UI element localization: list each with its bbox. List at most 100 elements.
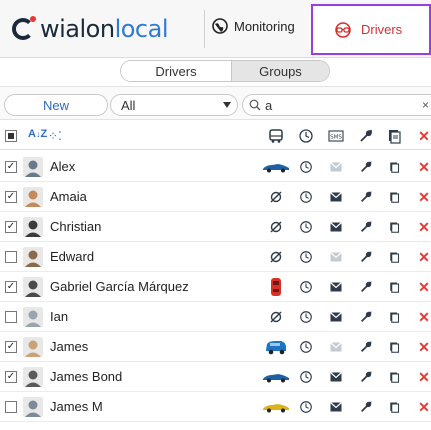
clock-icon[interactable] [298, 159, 314, 175]
select-all-checkbox[interactable] [5, 130, 17, 142]
row-checkbox[interactable]: ✓ [5, 191, 17, 203]
wrench-icon[interactable] [358, 309, 374, 325]
table-row[interactable]: James M ✕ [0, 392, 431, 422]
copy-icon[interactable] [386, 219, 402, 235]
wrench-icon[interactable] [358, 159, 374, 175]
sort-az-icon[interactable]: A↓Z [28, 128, 47, 140]
row-checkbox[interactable]: ✓ [5, 371, 17, 383]
delete-icon[interactable]: ✕ [416, 309, 431, 325]
driver-name[interactable]: Gabriel García Márquez [50, 279, 189, 294]
clear-search-icon[interactable]: × [422, 98, 429, 112]
copy-icon[interactable] [386, 189, 402, 205]
delete-icon[interactable]: ✕ [416, 369, 431, 385]
clock-icon[interactable] [298, 128, 314, 144]
row-checkbox[interactable]: ✓ [5, 221, 17, 233]
table-row[interactable]: ✓ Christian ✕ [0, 212, 431, 242]
delete-icon[interactable]: ✕ [416, 249, 431, 265]
drivers-tab[interactable]: Drivers [311, 4, 431, 55]
clock-icon[interactable] [298, 279, 314, 295]
wrench-icon[interactable] [358, 249, 374, 265]
row-checkbox[interactable] [5, 401, 17, 413]
row-checkbox[interactable] [5, 311, 17, 323]
message-icon[interactable] [328, 249, 344, 265]
blue-sports-car-icon[interactable] [262, 369, 290, 385]
sms-icon[interactable]: SMS [328, 128, 344, 144]
delete-all-icon[interactable]: ✕ [416, 128, 431, 144]
copy-icon[interactable] [386, 399, 402, 415]
table-row[interactable]: ✓ Alex ✕ [0, 152, 431, 182]
clock-icon[interactable] [298, 309, 314, 325]
table-row[interactable]: ✓ Amaia ✕ [0, 182, 431, 212]
delete-icon[interactable]: ✕ [416, 339, 431, 355]
copy-icon[interactable] [386, 159, 402, 175]
driver-name[interactable]: James M [50, 399, 103, 414]
row-checkbox[interactable] [5, 251, 17, 263]
monitoring-tab[interactable]: Monitoring [212, 18, 295, 34]
message-icon[interactable] [328, 309, 344, 325]
new-driver-button[interactable]: New [4, 94, 108, 116]
wrench-icon[interactable] [358, 189, 374, 205]
table-row[interactable]: ✓ Gabriel García Márquez ✕ [0, 272, 431, 302]
message-icon[interactable] [328, 399, 344, 415]
delete-icon[interactable]: ✕ [416, 219, 431, 235]
copy-icon[interactable] [386, 369, 402, 385]
search-input[interactable]: a × [242, 94, 431, 116]
table-row[interactable]: ✓ James ✕ [0, 332, 431, 362]
drivers-tab-label: Drivers [361, 22, 403, 37]
wrench-icon[interactable] [358, 128, 374, 144]
clock-icon[interactable] [298, 369, 314, 385]
driver-name[interactable]: Alex [50, 159, 75, 174]
copy-icon[interactable] [386, 128, 402, 144]
wialon-local-logo[interactable]: wialonlocal [12, 12, 169, 46]
driver-name[interactable]: Ian [50, 309, 68, 324]
table-row[interactable]: ✓ James Bond ✕ [0, 362, 431, 392]
wrench-icon[interactable] [358, 279, 374, 295]
no-unit-icon[interactable] [262, 249, 290, 265]
row-checkbox[interactable]: ✓ [5, 341, 17, 353]
clock-icon[interactable] [298, 339, 314, 355]
driver-name[interactable]: Amaia [50, 189, 87, 204]
clock-icon[interactable] [298, 189, 314, 205]
yellow-sports-car-icon[interactable] [262, 399, 290, 415]
driver-name[interactable]: Edward [50, 249, 94, 264]
copy-icon[interactable] [386, 279, 402, 295]
message-icon[interactable] [328, 219, 344, 235]
wrench-icon[interactable] [358, 339, 374, 355]
driver-name[interactable]: Christian [50, 219, 101, 234]
driver-name[interactable]: James [50, 339, 88, 354]
clock-icon[interactable] [298, 219, 314, 235]
blue-sports-car-icon[interactable] [262, 159, 290, 175]
clock-icon[interactable] [298, 399, 314, 415]
toggle-groups[interactable]: Groups [231, 61, 329, 81]
copy-icon[interactable] [386, 339, 402, 355]
row-checkbox[interactable]: ✓ [5, 161, 17, 173]
delete-icon[interactable]: ✕ [416, 399, 431, 415]
message-icon[interactable] [328, 279, 344, 295]
table-row[interactable]: Ian ✕ [0, 302, 431, 332]
wrench-icon[interactable] [358, 399, 374, 415]
toggle-drivers[interactable]: Drivers [121, 61, 231, 81]
delete-icon[interactable]: ✕ [416, 279, 431, 295]
red-car-icon[interactable] [262, 278, 290, 296]
clock-icon[interactable] [298, 249, 314, 265]
message-icon[interactable] [328, 369, 344, 385]
no-unit-icon[interactable] [262, 309, 290, 325]
blue-suv-icon[interactable] [262, 339, 290, 355]
row-checkbox[interactable]: ✓ [5, 281, 17, 293]
group-icon[interactable]: ⁘⁚ [48, 129, 62, 143]
unit-icon[interactable] [268, 128, 284, 144]
delete-icon[interactable]: ✕ [416, 159, 431, 175]
driver-name[interactable]: James Bond [50, 369, 122, 384]
delete-icon[interactable]: ✕ [416, 189, 431, 205]
copy-icon[interactable] [386, 249, 402, 265]
filter-select[interactable]: All [110, 94, 238, 116]
message-icon[interactable] [328, 159, 344, 175]
no-unit-icon[interactable] [262, 219, 290, 235]
copy-icon[interactable] [386, 309, 402, 325]
message-icon[interactable] [328, 189, 344, 205]
table-row[interactable]: Edward ✕ [0, 242, 431, 272]
wrench-icon[interactable] [358, 369, 374, 385]
message-icon[interactable] [328, 339, 344, 355]
no-unit-icon[interactable] [262, 189, 290, 205]
wrench-icon[interactable] [358, 219, 374, 235]
